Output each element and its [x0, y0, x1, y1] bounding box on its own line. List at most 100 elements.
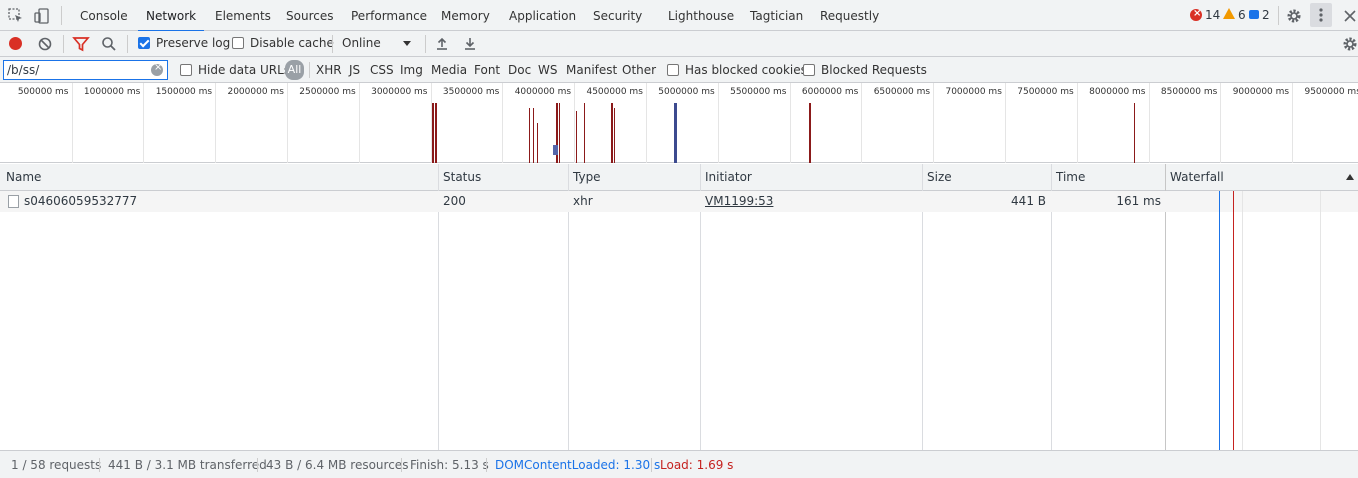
- kebab-menu-icon: [1319, 8, 1323, 22]
- sort-ascending-icon[interactable]: [1346, 174, 1354, 180]
- warning-icon[interactable]: [1223, 8, 1235, 19]
- timeline-tick-label: 1500000 ms: [155, 87, 213, 97]
- document-icon: [8, 195, 19, 208]
- timeline-event-mark: [614, 108, 615, 163]
- filter-input[interactable]: [3, 60, 168, 80]
- request-initiator-link[interactable]: VM1199:53: [705, 191, 773, 212]
- column-time[interactable]: Time: [1051, 164, 1085, 191]
- timeline-event-mark: [537, 123, 538, 163]
- filter-type-img[interactable]: Img: [400, 63, 423, 77]
- tab-memory[interactable]: Memory: [441, 0, 490, 31]
- chevron-down-icon: [403, 41, 411, 46]
- network-settings-gear-icon[interactable]: [1341, 35, 1358, 53]
- timeline-tick-label: 8500000 ms: [1160, 87, 1218, 97]
- request-status: 200: [443, 194, 466, 208]
- has-blocked-cookies-label[interactable]: Has blocked cookies: [685, 63, 807, 77]
- resources-size: 43 B / 6.4 MB resources: [266, 458, 409, 472]
- timeline-event-mark: [559, 103, 560, 163]
- import-har-icon[interactable]: [433, 35, 451, 53]
- filter-type-css[interactable]: CSS: [370, 63, 394, 77]
- blocked-requests-label[interactable]: Blocked Requests: [821, 63, 927, 77]
- error-count[interactable]: 14: [1205, 8, 1220, 22]
- hide-data-urls-checkbox[interactable]: [180, 64, 192, 76]
- blocked-requests-checkbox[interactable]: [803, 64, 815, 76]
- filter-type-ws[interactable]: WS: [538, 63, 557, 77]
- tab-security[interactable]: Security: [593, 0, 642, 31]
- column-waterfall[interactable]: Waterfall: [1165, 164, 1224, 191]
- tab-elements[interactable]: Elements: [215, 0, 271, 31]
- tab-application[interactable]: Application: [509, 0, 576, 31]
- tab-network[interactable]: Network: [137, 0, 205, 32]
- timeline-event-mark: [435, 103, 437, 163]
- column-name[interactable]: Name: [1, 164, 41, 191]
- timeline-tick-label: 4500000 ms: [586, 87, 643, 97]
- tab-performance[interactable]: Performance: [351, 0, 427, 31]
- network-toolbar: Preserve log Disable cache Online: [0, 31, 1358, 57]
- filter-type-manifest[interactable]: Manifest: [566, 63, 617, 77]
- timeline-event-mark: [611, 103, 613, 163]
- disable-cache-checkbox[interactable]: [232, 37, 244, 49]
- filter-type-js[interactable]: JS: [349, 63, 360, 77]
- close-icon[interactable]: [1341, 7, 1358, 25]
- load-marker: [1233, 191, 1234, 450]
- has-blocked-cookies-checkbox[interactable]: [667, 64, 679, 76]
- clear-icon[interactable]: [36, 35, 54, 53]
- record-button[interactable]: [9, 37, 22, 50]
- timeline-event-mark: [584, 103, 585, 163]
- preserve-log-checkbox[interactable]: [138, 37, 150, 49]
- more-options-button[interactable]: [1310, 3, 1332, 27]
- timeline-tick-label: 1000000 ms: [83, 87, 141, 97]
- timeline-event-mark: [576, 111, 577, 163]
- tab-console[interactable]: Console: [80, 0, 128, 31]
- tab-tagtician[interactable]: Tagtician: [750, 0, 803, 31]
- tab-lighthouse[interactable]: Lighthouse: [668, 0, 734, 31]
- devtools-tab-bar: Console Network Elements Sources Perform…: [0, 0, 1358, 32]
- warning-count[interactable]: 6: [1238, 8, 1246, 22]
- timeline-tick-label: 7500000 ms: [1017, 87, 1074, 97]
- timeline-tick-label: 2500000 ms: [299, 87, 356, 97]
- filter-type-other[interactable]: Other: [622, 63, 656, 77]
- request-size: 441 B: [1011, 194, 1046, 208]
- timeline-tick-label: 2000000 ms: [227, 87, 284, 97]
- timeline-event-mark: [553, 145, 558, 155]
- timeline-event-mark: [674, 103, 677, 163]
- timeline-event-mark: [809, 103, 811, 163]
- filter-type-media[interactable]: Media: [431, 63, 467, 77]
- timeline-tick-label: 5500000 ms: [730, 87, 787, 97]
- inspect-element-icon[interactable]: [7, 7, 25, 25]
- disable-cache-label[interactable]: Disable cache: [250, 36, 334, 50]
- filter-type-xhr[interactable]: XHR: [316, 63, 342, 77]
- timeline-tick-label: 5000000 ms: [658, 87, 715, 97]
- export-har-icon[interactable]: [461, 35, 479, 53]
- dom-content-loaded-time: DOMContentLoaded: 1.30 s: [495, 458, 661, 472]
- column-initiator[interactable]: Initiator: [700, 164, 752, 191]
- message-count[interactable]: 2: [1262, 8, 1270, 22]
- device-toolbar-icon[interactable]: [33, 7, 51, 25]
- timeline-overview[interactable]: 500000 ms 1000000 ms 1500000 ms 2000000 ms 2…: [0, 83, 1358, 163]
- throttling-select[interactable]: Online: [337, 32, 417, 54]
- tab-sources[interactable]: Sources: [286, 0, 333, 31]
- preserve-log-label[interactable]: Preserve log: [156, 36, 230, 50]
- hide-data-urls-label[interactable]: Hide data URLs: [198, 63, 290, 77]
- request-time: 161 ms: [1116, 194, 1161, 208]
- timeline-tick-label: 8000000 ms: [1089, 87, 1146, 97]
- timeline-event-mark: [432, 103, 434, 163]
- settings-gear-icon[interactable]: [1285, 7, 1303, 25]
- column-size[interactable]: Size: [922, 164, 952, 191]
- timeline-tick-label: 6000000 ms: [801, 87, 859, 97]
- filter-type-doc[interactable]: Doc: [508, 63, 531, 77]
- request-name[interactable]: s04606059532777: [24, 191, 137, 212]
- search-icon[interactable]: [100, 35, 118, 53]
- filter-type-font[interactable]: Font: [474, 63, 500, 77]
- filter-type-all[interactable]: All: [285, 60, 304, 80]
- message-icon[interactable]: [1249, 10, 1259, 19]
- table-row[interactable]: s04606059532777 200 xhr VM1199:53 441 B …: [0, 191, 1166, 212]
- timeline-tick-label: 9000000 ms: [1232, 87, 1290, 97]
- timeline-tick-label: 500000 ms: [17, 87, 69, 97]
- waterfall-row[interactable]: [1166, 191, 1358, 212]
- tab-requestly[interactable]: Requestly: [820, 0, 879, 31]
- column-status[interactable]: Status: [438, 164, 481, 191]
- dom-content-loaded-marker: [1219, 191, 1220, 450]
- filter-icon[interactable]: [72, 35, 90, 53]
- column-type[interactable]: Type: [568, 164, 601, 191]
